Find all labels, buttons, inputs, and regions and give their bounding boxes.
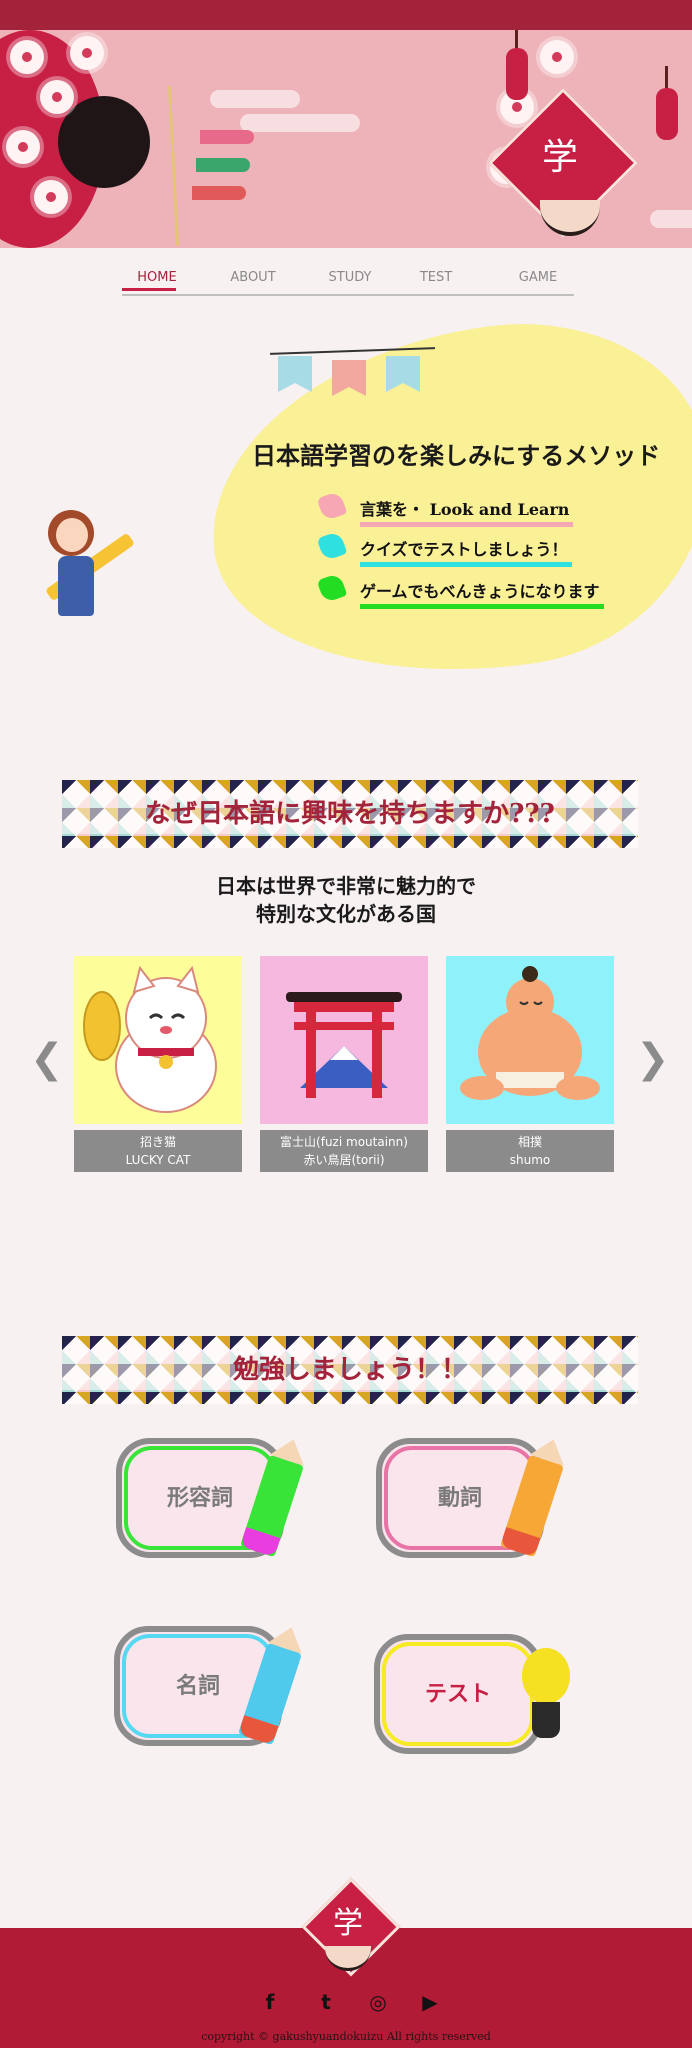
culture-card[interactable]: 相撲 shumo bbox=[446, 956, 614, 1172]
cloud-decoration bbox=[650, 210, 692, 228]
study-banner-title: 勉強しましょう！！ bbox=[232, 1355, 467, 1385]
twitter-icon[interactable]: t bbox=[314, 1990, 338, 2014]
cherry-blossom-icon bbox=[540, 40, 574, 74]
card-caption-line1: 招き猫 bbox=[139, 1135, 176, 1149]
nav-test[interactable]: TEST bbox=[401, 270, 471, 285]
study-test-button[interactable]: テスト bbox=[374, 1634, 570, 1754]
study-noun-button[interactable]: 名詞 bbox=[114, 1621, 309, 1746]
lightbulb-icon bbox=[522, 1648, 570, 1704]
card-caption: 富士山(fuzi moutainn) 赤い鳥居(torii) bbox=[260, 1130, 428, 1172]
card-caption-line2: shumo bbox=[509, 1153, 551, 1167]
lucky-cat-icon bbox=[74, 956, 242, 1124]
lantern-icon bbox=[506, 30, 528, 100]
main-nav: HOME ABOUT STUDY TEST GAME bbox=[122, 270, 574, 296]
study-banner: 勉強しましょう！！ bbox=[62, 1336, 638, 1404]
top-strip bbox=[0, 0, 692, 30]
instagram-icon[interactable]: ◎ bbox=[366, 1990, 390, 2014]
why-banner-title: なぜ日本語に興味を持ちますか??? bbox=[145, 799, 555, 829]
why-subtitle-line2: 特別な文化がある国 bbox=[256, 902, 436, 926]
carousel-prev-icon[interactable]: ❮ bbox=[30, 1036, 64, 1082]
fan-icon bbox=[540, 200, 600, 236]
footer-logo-char: 学 bbox=[333, 1906, 363, 1941]
hero-banner: 学 bbox=[0, 30, 692, 248]
card-caption-line1: 富士山(fuzi moutainn) bbox=[280, 1135, 408, 1149]
study-verb-button[interactable]: 動詞 bbox=[376, 1433, 571, 1558]
card-caption-line2: LUCKY CAT bbox=[125, 1153, 191, 1167]
bullet-text: クイズでテストしましょう！ bbox=[360, 536, 572, 567]
black-circle-decoration bbox=[58, 96, 150, 188]
nav-study[interactable]: STUDY bbox=[315, 270, 385, 285]
lantern-icon bbox=[656, 66, 678, 140]
why-subtitle: 日本は世界で非常に魅力的で 特別な文化がある国 bbox=[146, 872, 546, 928]
koi-streamer-icon bbox=[196, 158, 250, 172]
card-caption-line2: 赤い鳥居(torii) bbox=[303, 1153, 385, 1167]
nav-game[interactable]: GAME bbox=[503, 270, 573, 285]
cherry-blossom-icon bbox=[10, 40, 44, 74]
bullet-text: ゲームでもべんきょうになります bbox=[360, 578, 604, 609]
card-caption-line1: 相撲 bbox=[517, 1135, 542, 1149]
girl-face-icon bbox=[56, 518, 88, 552]
why-subtitle-line1: 日本は世界で非常に魅力的で bbox=[216, 874, 476, 898]
koi-streamer-icon bbox=[192, 186, 246, 200]
cherry-blossom-icon bbox=[34, 180, 68, 214]
sumo-icon bbox=[446, 956, 614, 1124]
girl-body-icon bbox=[58, 556, 94, 616]
torii-icon bbox=[260, 956, 428, 1124]
youtube-icon[interactable]: ▶ bbox=[418, 1990, 442, 2014]
nav-home[interactable]: HOME bbox=[122, 270, 192, 285]
intro-title: 日本語学習のを楽しみにするメソッド bbox=[252, 441, 661, 470]
cherry-blossom-icon bbox=[70, 36, 104, 70]
card-caption: 相撲 shumo bbox=[446, 1130, 614, 1172]
carousel-next-icon[interactable]: ❯ bbox=[636, 1036, 670, 1082]
cherry-blossom-icon bbox=[6, 130, 40, 164]
cloud-decoration bbox=[210, 90, 300, 108]
study-button-label: テスト bbox=[424, 1681, 491, 1707]
bullet-text: 言葉を・ Look and Learn bbox=[360, 496, 574, 527]
bunting-flag-icon bbox=[278, 356, 312, 392]
nav-about[interactable]: ABOUT bbox=[218, 270, 288, 285]
koi-streamer-icon bbox=[200, 130, 254, 144]
why-banner: なぜ日本語に興味を持ちますか??? bbox=[62, 780, 638, 848]
cherry-blossom-icon bbox=[40, 80, 74, 114]
study-adjective-button[interactable]: 形容詞 bbox=[116, 1433, 311, 1558]
culture-card[interactable]: 富士山(fuzi moutainn) 赤い鳥居(torii) bbox=[260, 956, 428, 1172]
logo-char: 学 bbox=[541, 137, 578, 178]
facebook-icon[interactable]: f bbox=[258, 1990, 282, 2014]
card-caption: 招き猫 LUCKY CAT bbox=[74, 1130, 242, 1172]
nav-active-indicator bbox=[122, 288, 176, 291]
copyright-text: copyright © gakushyuandokuizu All rights… bbox=[201, 2030, 491, 2043]
culture-card[interactable]: 招き猫 LUCKY CAT bbox=[74, 956, 242, 1172]
cloud-decoration bbox=[240, 114, 360, 132]
